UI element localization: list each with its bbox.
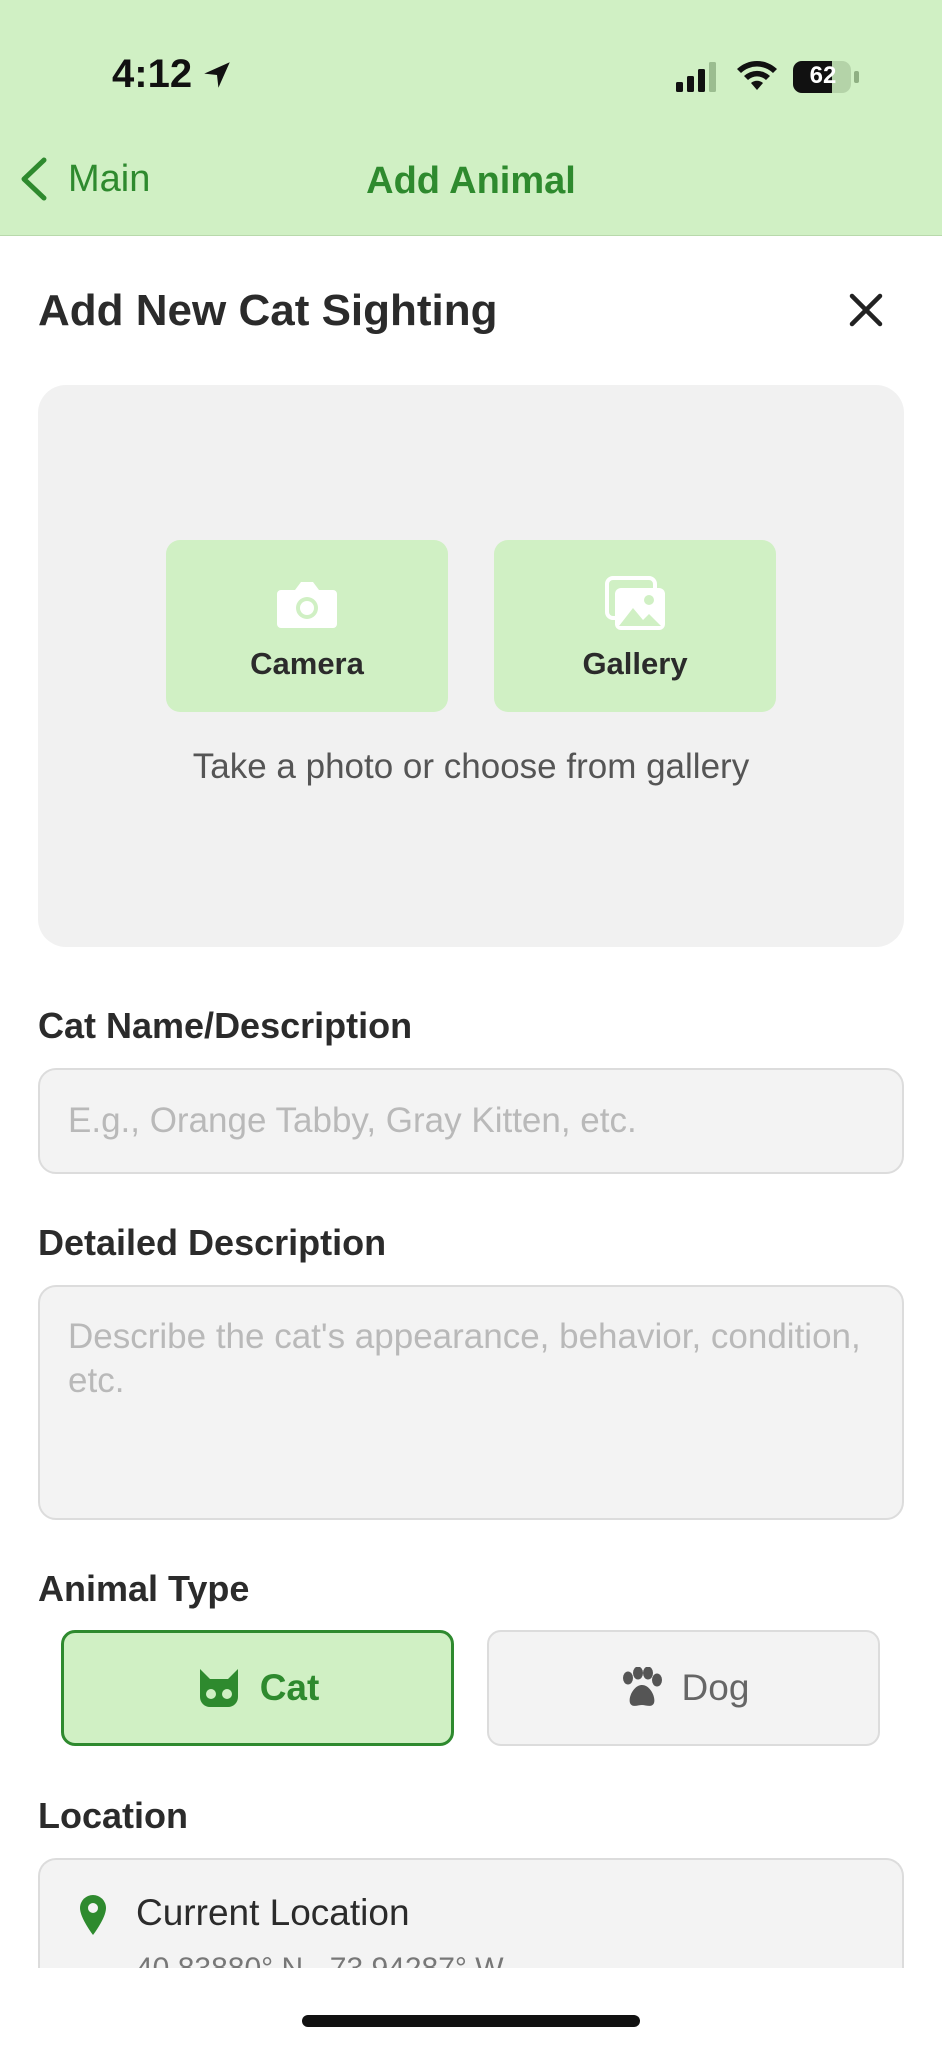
close-icon[interactable] (846, 290, 886, 330)
wifi-icon (737, 61, 777, 90)
map-pin-icon (80, 1895, 106, 1935)
nav-title: Add Animal (366, 160, 576, 202)
animal-type-cat-button[interactable]: Cat (61, 1630, 454, 1746)
bottom-safe-area (0, 1968, 942, 2048)
battery-level: 62 (809, 62, 837, 89)
status-time: 4:12 (112, 52, 193, 96)
name-field-label: Cat Name/Description (38, 1005, 413, 1046)
animal-type-dog-label: Dog (681, 1667, 750, 1708)
location-arrow-icon (204, 62, 230, 88)
home-indicator[interactable] (302, 2015, 640, 2027)
cat-icon (199, 1669, 238, 1707)
gallery-button[interactable]: Gallery (494, 540, 776, 712)
camera-button[interactable]: Camera (166, 540, 448, 712)
animal-type-dog-button[interactable]: Dog (487, 1630, 880, 1746)
gallery-icon (605, 576, 665, 630)
gallery-label: Gallery (582, 646, 688, 681)
header: 4:12 62 Main Add Animal (0, 0, 942, 236)
photo-hint: Take a photo or choose from gallery (192, 747, 750, 786)
camera-icon (277, 582, 337, 628)
cellular-signal-icon (676, 62, 716, 92)
description-input[interactable] (38, 1285, 904, 1520)
location-label: Location (38, 1795, 188, 1836)
photo-picker: Camera Gallery Take a photo or choose fr… (38, 385, 904, 947)
location-title: Current Location (136, 1892, 410, 1933)
animal-type-cat-label: Cat (259, 1667, 320, 1708)
description-field-label: Detailed Description (38, 1222, 387, 1263)
location-coordinates: 40.83880° N, -73.94287° W (136, 1952, 504, 1968)
animal-type-label: Animal Type (38, 1568, 250, 1609)
name-input[interactable] (38, 1068, 904, 1174)
location-card[interactable]: Current Location 40.83880° N, -73.94287°… (38, 1858, 904, 1968)
form-title: Add New Cat Sighting (38, 286, 498, 335)
paw-icon (622, 1667, 662, 1706)
camera-label: Camera (250, 646, 364, 681)
